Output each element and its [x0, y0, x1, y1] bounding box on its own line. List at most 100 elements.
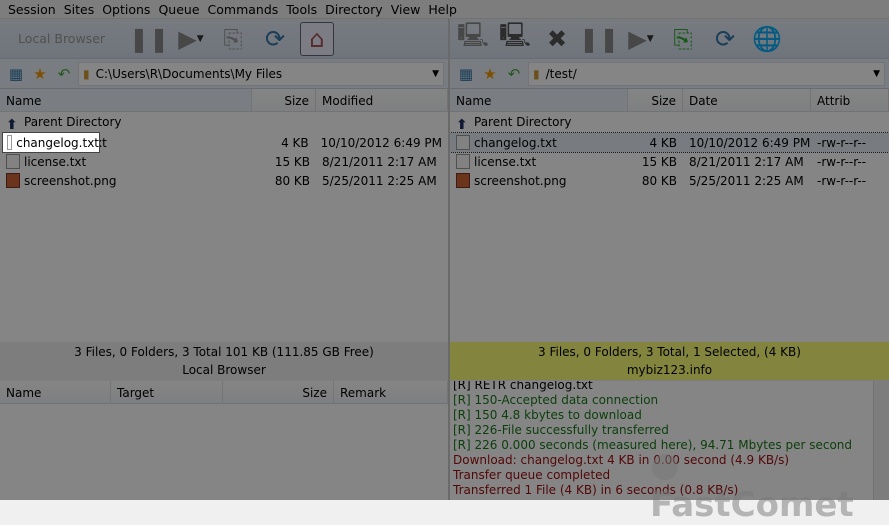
remote-status-bar: 3 Files, 0 Folders, 3 Total, 1 Selected,… [450, 342, 889, 380]
file-name: Parent Directory [474, 115, 572, 129]
remote-pane: 🖳 🖳 ✖ ❚❚ ▶ ▼ ⎘ ⟳ 🌐 ▦ ★ ↶ ▮ /test/ ▼ Name Si… [449, 19, 889, 342]
image-file-icon [6, 173, 20, 188]
file-row[interactable]: ⬆ Parent Directory [0, 114, 448, 133]
globe-icon[interactable]: 🌐 [750, 22, 784, 56]
local-address-bar: ▦ ★ ↶ ▮ C:\Users\R\Documents\My Files ▼ [0, 59, 448, 89]
local-path-input[interactable]: ▮ C:\Users\R\Documents\My Files ▼ [78, 61, 444, 86]
view-icon[interactable]: ▦ [456, 65, 476, 83]
up-arrow-icon: ⬆ [456, 117, 468, 133]
file-attrib: -rw-r--r-- [817, 154, 867, 169]
file-name: changelog.txt [474, 136, 557, 150]
local-toolbar: Local Browser ❚❚ ▶ ▼ ⎘ ⟳ ⌂ [0, 19, 448, 59]
file-attrib: -rw-r--r-- [817, 173, 867, 188]
refresh-icon[interactable]: ⟳ [708, 22, 742, 56]
favorites-star-icon[interactable]: ★ [480, 65, 500, 83]
up-arrow-icon: ⬆ [6, 117, 18, 133]
folder-icon: ▮ [533, 66, 540, 81]
log-line: [R] 150 4.8 kbytes to download [453, 408, 642, 422]
file-name: license.txt [474, 155, 537, 169]
local-status-text: 3 Files, 0 Folders, 3 Total 101 KB (111.… [74, 345, 374, 359]
col-name[interactable]: Name [450, 89, 628, 111]
remote-status-text: 3 Files, 0 Folders, 3 Total, 1 Selected,… [538, 345, 801, 359]
col-name[interactable]: Name [0, 89, 252, 111]
upload-icon[interactable]: ⎘ [216, 22, 250, 56]
file-attrib: -rw-r--r-- [817, 135, 867, 150]
pause-icon[interactable]: ❚❚ [579, 22, 619, 56]
remote-toolbar: 🖳 🖳 ✖ ❚❚ ▶ ▼ ⎘ ⟳ 🌐 [450, 19, 889, 59]
col-remark[interactable]: Remark [334, 381, 448, 403]
menu-options[interactable]: Options [94, 0, 150, 18]
file-row[interactable]: screenshot.png 80 KB 5/25/2011 2:25 AM [0, 171, 448, 190]
col-size[interactable]: Size [223, 381, 334, 403]
file-name: screenshot.png [474, 174, 567, 188]
text-file-icon [456, 135, 470, 150]
menu-commands[interactable]: Commands [200, 0, 279, 18]
menu-tools[interactable]: Tools [278, 0, 317, 18]
favorites-star-icon[interactable]: ★ [30, 65, 50, 83]
highlighted-file[interactable]: changelog.txt [2, 132, 100, 153]
remote-path-input[interactable]: ▮ /test/ ▼ [528, 61, 885, 86]
file-row[interactable]: screenshot.png 80 KB 5/25/2011 2:25 AM -rw-… [450, 171, 889, 190]
cancel-x-icon[interactable]: ✖ [540, 22, 574, 56]
chevron-down-icon[interactable]: ▼ [873, 69, 880, 79]
refresh-icon[interactable]: ⟳ [258, 22, 292, 56]
file-size: 4 KB [281, 135, 309, 150]
text-file-icon [456, 154, 470, 169]
file-date: 10/10/2012 6:49 PM [320, 135, 442, 150]
file-date: 5/25/2011 2:25 AM [322, 173, 437, 188]
queue-column-headers: Name Target Size Remark [0, 381, 448, 404]
log-line: [R] 226-File successfully transferred [453, 423, 669, 437]
menu-sites[interactable]: Sites [56, 0, 95, 18]
file-row[interactable]: license.txt 15 KB 8/21/2011 2:17 AM [0, 152, 448, 171]
file-date: 5/25/2011 2:25 AM [689, 173, 804, 188]
file-date: 8/21/2011 2:17 AM [689, 154, 804, 169]
col-modified[interactable]: Modified [316, 89, 448, 111]
col-size[interactable]: Size [628, 89, 683, 111]
file-size: 80 KB [274, 173, 310, 188]
remote-path-text: /test/ [545, 66, 577, 81]
file-size: 15 KB [274, 154, 310, 169]
col-date[interactable]: Date [683, 89, 811, 111]
connect-icon[interactable]: 🖳 [456, 21, 490, 56]
file-size: 4 KB [649, 135, 677, 150]
disconnect-icon[interactable]: 🖳 [498, 21, 532, 56]
home-icon[interactable]: ⌂ [300, 21, 334, 56]
watermark-logo: ● FastComet [650, 445, 854, 525]
menu-session[interactable]: Session [0, 0, 56, 18]
file-name: Parent Directory [24, 115, 122, 129]
col-size[interactable]: Size [252, 89, 316, 111]
pause-icon[interactable]: ❚❚ [129, 22, 169, 56]
remote-address-bar: ▦ ★ ↶ ▮ /test/ ▼ [450, 59, 889, 89]
file-name: screenshot.png [24, 174, 117, 188]
play-icon[interactable]: ▶ ▼ [624, 22, 658, 56]
log-line: [R] RETR changelog.txt [453, 381, 593, 392]
remote-title: mybiz123.info [626, 363, 713, 377]
file-row[interactable]: ⬆ Parent Directory [450, 114, 889, 133]
download-icon[interactable]: ⎘ [666, 22, 700, 56]
menu-view[interactable]: View [383, 0, 421, 18]
up-folder-icon[interactable]: ↶ [504, 65, 524, 83]
menu-queue[interactable]: Queue [150, 0, 199, 18]
local-status-bar: 3 Files, 0 Folders, 3 Total 101 KB (111.… [0, 342, 448, 380]
col-attrib[interactable]: Attrib [811, 89, 889, 111]
local-pane: Local Browser ❚❚ ▶ ▼ ⎘ ⟳ ⌂ ▦ ★ ↶ ▮ C:\User… [0, 19, 448, 342]
local-title: Local Browser [182, 363, 266, 377]
image-file-icon [456, 173, 470, 188]
play-icon[interactable]: ▶ ▼ [174, 22, 208, 56]
menu-help[interactable]: Help [420, 0, 457, 18]
local-path-text: C:\Users\R\Documents\My Files [95, 66, 283, 81]
chevron-down-icon[interactable]: ▼ [432, 69, 439, 79]
col-name[interactable]: Name [0, 381, 111, 403]
file-row[interactable]: license.txt 15 KB 8/21/2011 2:17 AM -rw-r--… [450, 152, 889, 171]
file-name: license.txt [24, 155, 87, 169]
up-folder-icon[interactable]: ↶ [54, 65, 74, 83]
menu-bar: Session Sites Options Queue Commands Too… [0, 0, 889, 19]
menu-directory[interactable]: Directory [317, 0, 383, 18]
remote-column-headers: Name Size Date Attrib [450, 89, 889, 112]
file-row[interactable]: changelog.txt 4 KB 10/10/2012 6:49 PM -rw-r… [449, 132, 889, 153]
col-target[interactable]: Target [111, 381, 223, 403]
local-browser-label: Local Browser [18, 31, 106, 46]
text-file-icon [6, 154, 20, 169]
text-file-icon [7, 135, 13, 150]
view-icon[interactable]: ▦ [6, 65, 26, 83]
